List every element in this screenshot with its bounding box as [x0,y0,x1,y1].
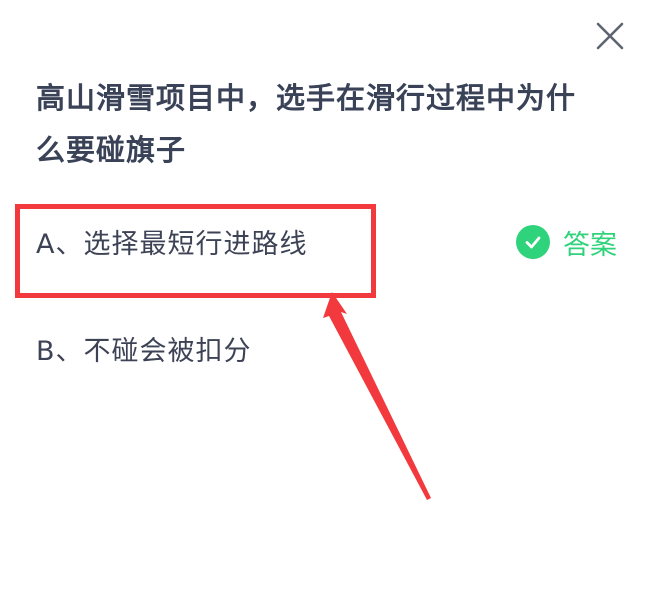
question-line-1: 高山滑雪项目中，选手在滑行过程中为什 [36,81,577,115]
close-icon [596,22,624,50]
highlight-box [15,204,376,298]
check-circle-icon [516,225,550,259]
question-line-2: 么要碰旗子 [36,133,187,167]
answer-tag: 答案 [516,224,617,261]
close-button[interactable] [592,18,628,54]
answer-label: 答案 [563,229,617,261]
question-text: 高山滑雪项目中，选手在滑行过程中为什 么要碰旗子 [36,72,626,176]
option-b[interactable]: B、不碰会被扣分 [36,329,252,368]
quiz-dialog: 高山滑雪项目中，选手在滑行过程中为什 么要碰旗子 A、选择最短行进路线 答案 B… [0,0,656,595]
